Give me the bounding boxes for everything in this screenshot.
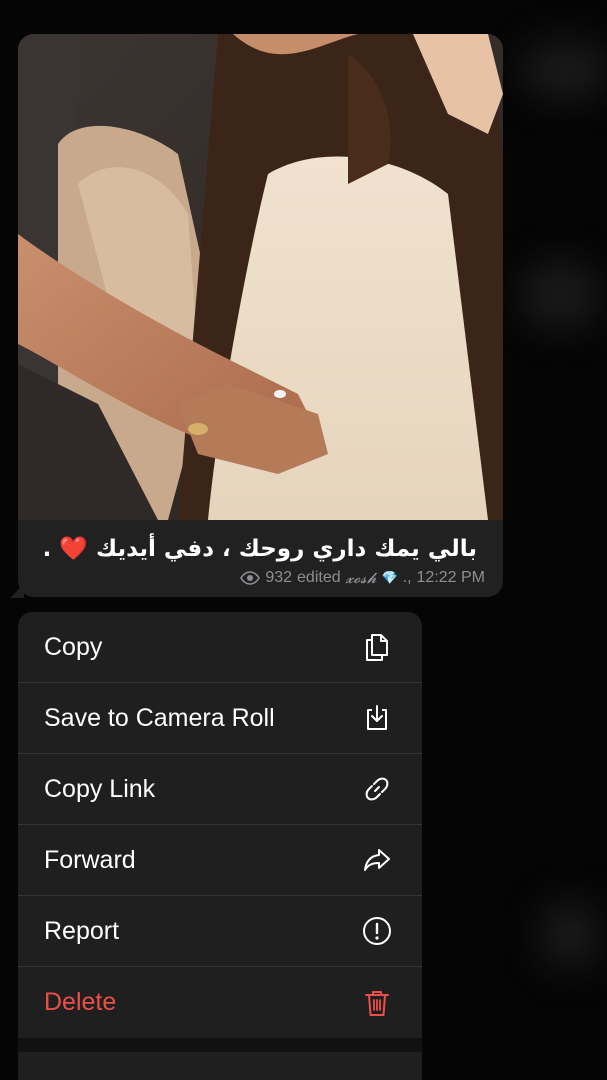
trash-icon	[360, 986, 394, 1020]
link-icon	[360, 772, 394, 806]
menu-item-label: Save to Camera Roll	[44, 703, 275, 732]
copy-icon	[360, 630, 394, 664]
menu-item-label: Delete	[44, 988, 117, 1016]
context-menu: Copy Save to Camera Roll Copy Link Forwa…	[18, 612, 422, 1080]
author-signature: 𝔁𝓸𝓼𝓱	[345, 569, 377, 587]
couple-photo-illustration	[18, 34, 503, 520]
menu-item-label: Copy	[44, 632, 103, 661]
view-count: 932	[265, 569, 293, 586]
menu-item-forward[interactable]: Forward	[18, 825, 422, 896]
message-photo[interactable]	[18, 34, 503, 520]
menu-item-label: Copy Link	[44, 774, 156, 803]
message-bubble[interactable]: بالي يمك داري روحك ، دفي أيديك ❤️ . 932 …	[18, 34, 503, 597]
menu-item-more[interactable]	[18, 1052, 422, 1080]
menu-separator	[18, 1038, 422, 1052]
chat-screen: بالي يمك داري روحك ، دفي أيديك ❤️ . 932 …	[0, 0, 607, 1080]
blurred-background	[520, 260, 600, 330]
menu-item-delete[interactable]: Delete	[18, 967, 422, 1038]
heart-emoji: ❤️	[59, 536, 89, 562]
menu-item-label: Report	[44, 916, 120, 945]
author-suffix: .,	[402, 569, 412, 586]
partial-icon	[360, 1065, 394, 1080]
forward-arrow-icon	[360, 843, 394, 877]
save-download-icon	[360, 701, 394, 735]
exclamation-circle-icon	[360, 914, 394, 948]
menu-item-copy[interactable]: Copy	[18, 612, 422, 683]
caption-dot: .	[42, 536, 52, 562]
message-meta: 932 edited 𝔁𝓸𝓼𝓱 💎 ., 12:22 PM	[240, 568, 485, 588]
message-time: 12:22 PM	[416, 569, 485, 586]
edited-label: edited	[297, 569, 341, 586]
blurred-background	[520, 40, 607, 100]
menu-item-save-to-camera-roll[interactable]: Save to Camera Roll	[18, 683, 422, 754]
menu-item-label: Forward	[44, 845, 136, 874]
blurred-background	[540, 900, 600, 970]
caption-text: بالي يمك داري روحك ، دفي أيديك	[96, 536, 477, 562]
message-caption: بالي يمك داري روحك ، دفي أيديك ❤️ .	[18, 534, 503, 564]
menu-item-copy-link[interactable]: Copy Link	[18, 754, 422, 825]
menu-item-report[interactable]: Report	[18, 896, 422, 967]
eye-icon	[240, 571, 261, 585]
gem-emoji: 💎	[381, 570, 398, 585]
